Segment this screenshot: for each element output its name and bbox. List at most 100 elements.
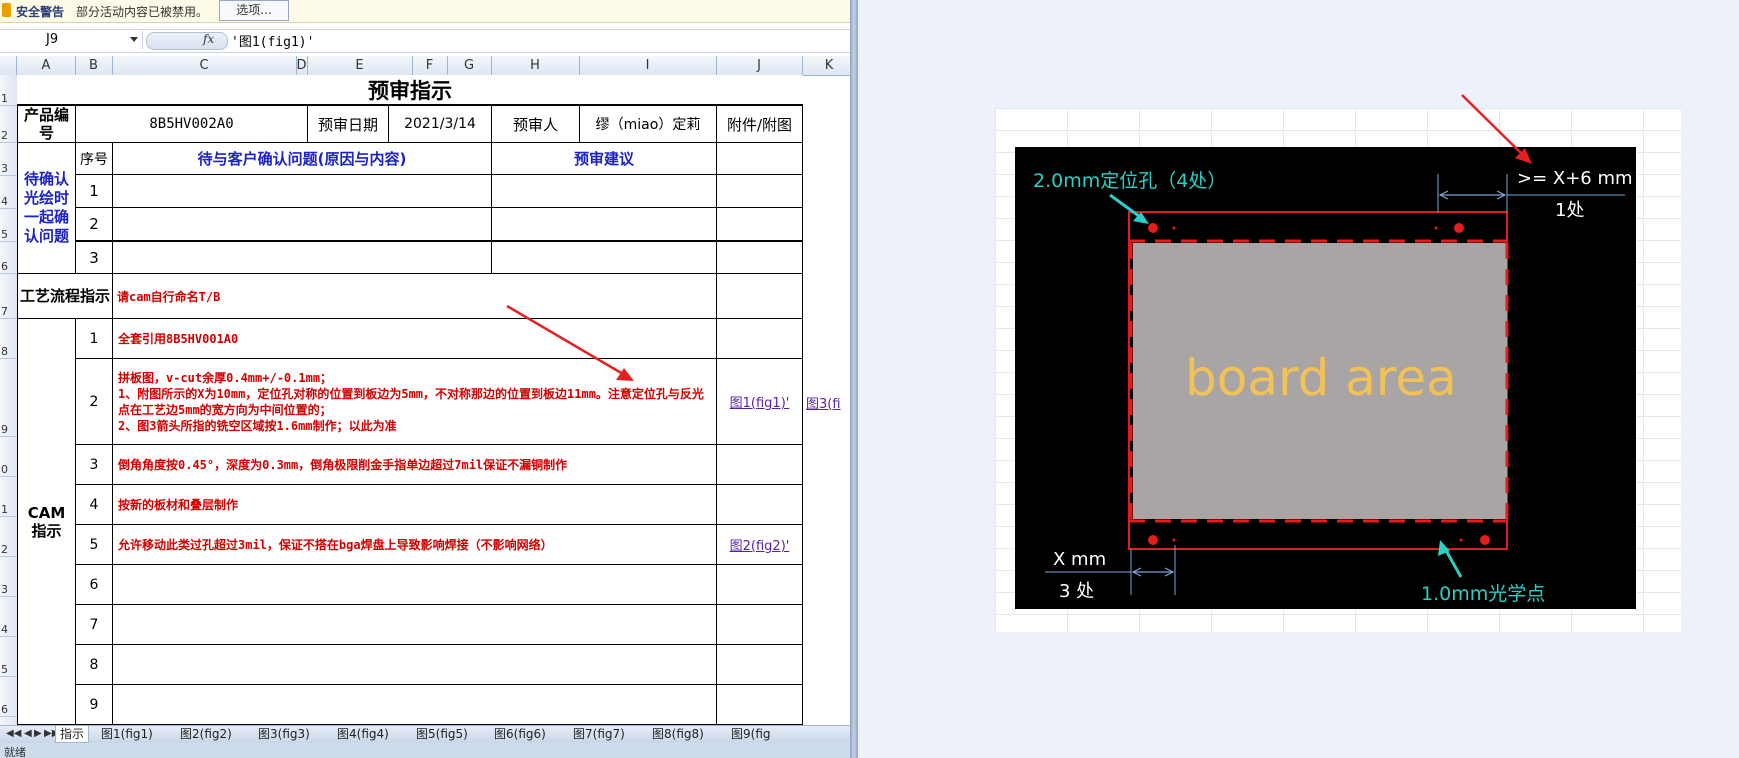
seq-header[interactable]: 序号 — [75, 142, 113, 175]
confirm-issue-cell[interactable] — [112, 174, 492, 208]
cam-row-number[interactable]: 6 — [75, 564, 113, 605]
column-header-K[interactable]: K — [802, 56, 856, 75]
attachment-cell[interactable] — [716, 207, 803, 242]
attachment-cell[interactable] — [716, 142, 803, 175]
column-header-E[interactable]: E — [307, 56, 413, 75]
process-text[interactable]: 请cam自行命名T/B — [112, 273, 717, 319]
row-header[interactable]: 3 — [0, 142, 17, 176]
attachment-cell[interactable] — [716, 484, 803, 525]
options-button[interactable]: 选项... — [219, 0, 289, 21]
cam-row-number[interactable]: 5 — [75, 524, 113, 565]
cam-instruction-text[interactable]: 按新的板材和叠层制作 — [112, 484, 717, 525]
window-splitter[interactable] — [850, 0, 858, 758]
confirm-suggestion-cell[interactable] — [491, 207, 717, 242]
attachment-cell[interactable] — [716, 564, 803, 605]
formula-input[interactable]: '图1(fig1)' — [231, 31, 314, 50]
row-header[interactable]: 3 — [0, 556, 17, 597]
sheet-tab[interactable]: 图5(fig5) — [416, 726, 468, 742]
cam-instruction-text[interactable] — [112, 564, 717, 605]
row-header[interactable]: 9 — [0, 358, 17, 437]
cam-row-number[interactable]: 7 — [75, 604, 113, 645]
attachment-cell[interactable] — [716, 240, 803, 275]
row-header[interactable]: 2 — [0, 516, 17, 557]
column-header-G[interactable]: G — [447, 56, 492, 75]
attachment-label[interactable]: 附件/附图 — [716, 105, 803, 143]
cam-instruction-text[interactable] — [112, 604, 717, 645]
figure-link-overflow[interactable]: 图3(fi — [806, 393, 841, 412]
process-label[interactable]: 工艺流程指示 — [17, 273, 113, 319]
cam-row-number[interactable]: 9 — [75, 684, 113, 725]
sheet-tab[interactable]: 图7(fig7) — [573, 726, 625, 742]
row-header[interactable]: 6 — [0, 676, 17, 717]
attachment-cell[interactable] — [716, 444, 803, 485]
reviewer-label[interactable]: 预审人 — [491, 105, 580, 143]
sheet-tab-active[interactable]: 指示 — [55, 726, 90, 743]
date-value[interactable]: 2021/3/14 — [388, 105, 492, 143]
sheet-tab[interactable]: 图1(fig1) — [101, 726, 153, 742]
cam-row-number[interactable]: 3 — [75, 444, 113, 485]
date-label[interactable]: 预审日期 — [307, 105, 389, 143]
figure-link[interactable]: 图1(fig1)' — [730, 392, 790, 411]
select-all-corner[interactable] — [0, 56, 17, 75]
attachment-cell[interactable] — [716, 644, 803, 685]
cam-instruction-text[interactable]: 全套引用8B5HV001A0 — [112, 318, 717, 359]
name-box[interactable]: J9 — [0, 31, 143, 49]
next-sheet-icon[interactable]: ▶ — [34, 728, 42, 739]
sheet-tab[interactable]: 图9(fig — [731, 726, 771, 742]
product-value[interactable]: 8B5HV002A0 — [75, 105, 308, 143]
row-header[interactable]: 7 — [0, 273, 17, 319]
sheet-tab[interactable]: 图2(fig2) — [180, 726, 232, 742]
row-header[interactable]: 5 — [0, 636, 17, 677]
column-header-F[interactable]: F — [412, 56, 448, 75]
confirm-row-number[interactable]: 3 — [75, 240, 113, 275]
cam-row-number[interactable]: 1 — [75, 318, 113, 359]
figure-link[interactable]: 图2(fig2)' — [730, 535, 790, 554]
row-header[interactable]: 5 — [0, 208, 17, 242]
column-header-J[interactable]: J — [716, 56, 803, 75]
sheet-tab[interactable]: 图3(fig3) — [258, 726, 310, 742]
prev-sheet-icon[interactable]: ◀ — [24, 728, 32, 739]
row-header[interactable]: 2 — [0, 105, 17, 143]
first-sheet-icon[interactable]: ◀◀ — [6, 728, 21, 739]
attachment-cell[interactable]: 图1(fig1)' — [716, 358, 803, 445]
cam-row-number[interactable]: 8 — [75, 644, 113, 685]
confirm-row-number[interactable]: 1 — [75, 174, 113, 208]
column-header-A[interactable]: A — [17, 56, 76, 75]
row-header[interactable]: 1 — [0, 75, 17, 106]
confirm-section-label[interactable]: 待确认光绘时一起确认问题 — [17, 142, 76, 274]
sheet-tab[interactable]: 图4(fig4) — [337, 726, 389, 742]
confirm-suggestion-cell[interactable] — [491, 174, 717, 208]
confirm-issue-cell[interactable] — [112, 240, 492, 275]
column-header-H[interactable]: H — [491, 56, 580, 75]
cam-instruction-text[interactable]: 倒角角度按0.45°，深度为0.3mm，倒角极限削金手指单边超过7mil保证不漏… — [112, 444, 717, 485]
formula-controls[interactable] — [146, 32, 228, 50]
cam-instruction-text[interactable]: 拼板图，v-cut余厚0.4mm+/-0.1mm； 1、附图所示的X为10mm，… — [112, 358, 717, 445]
suggestion-header[interactable]: 预审建议 — [491, 142, 717, 175]
column-header-C[interactable]: C — [112, 56, 297, 75]
attachment-cell[interactable] — [716, 684, 803, 725]
attachment-cell[interactable] — [716, 604, 803, 645]
sheet-title[interactable]: 预审指示 — [17, 75, 803, 105]
row-header[interactable]: 4 — [0, 175, 17, 209]
attachment-cell[interactable] — [716, 318, 803, 359]
insert-function-icon[interactable]: fx — [203, 32, 214, 46]
row-header[interactable]: 8 — [0, 318, 17, 359]
confirm-row-number[interactable]: 2 — [75, 207, 113, 242]
cam-instruction-text[interactable] — [112, 644, 717, 685]
row-header[interactable]: 1 — [0, 476, 17, 517]
product-label[interactable]: 产品编号 — [17, 105, 76, 143]
row-header[interactable]: 6 — [0, 241, 17, 274]
name-box-dropdown-icon[interactable] — [130, 37, 138, 42]
cam-instruction-text[interactable]: 允许移动此类过孔超过3mil，保证不搭在bga焊盘上导致影响焊接（不影响网络） — [112, 524, 717, 565]
column-header-I[interactable]: I — [579, 56, 717, 75]
reviewer-value[interactable]: 缪（miao）定莉 — [579, 105, 717, 143]
cam-instruction-text[interactable] — [112, 684, 717, 725]
cam-label[interactable]: CAM指示 — [17, 318, 76, 725]
attachment-cell[interactable] — [716, 174, 803, 208]
confirm-issue-cell[interactable] — [112, 207, 492, 242]
row-header[interactable]: 4 — [0, 596, 17, 637]
attachment-cell[interactable] — [716, 273, 803, 319]
issue-header[interactable]: 待与客户确认问题(原因与内容) — [112, 142, 492, 175]
sheet-tab[interactable]: 图8(fig8) — [652, 726, 704, 742]
cam-row-number[interactable]: 4 — [75, 484, 113, 525]
